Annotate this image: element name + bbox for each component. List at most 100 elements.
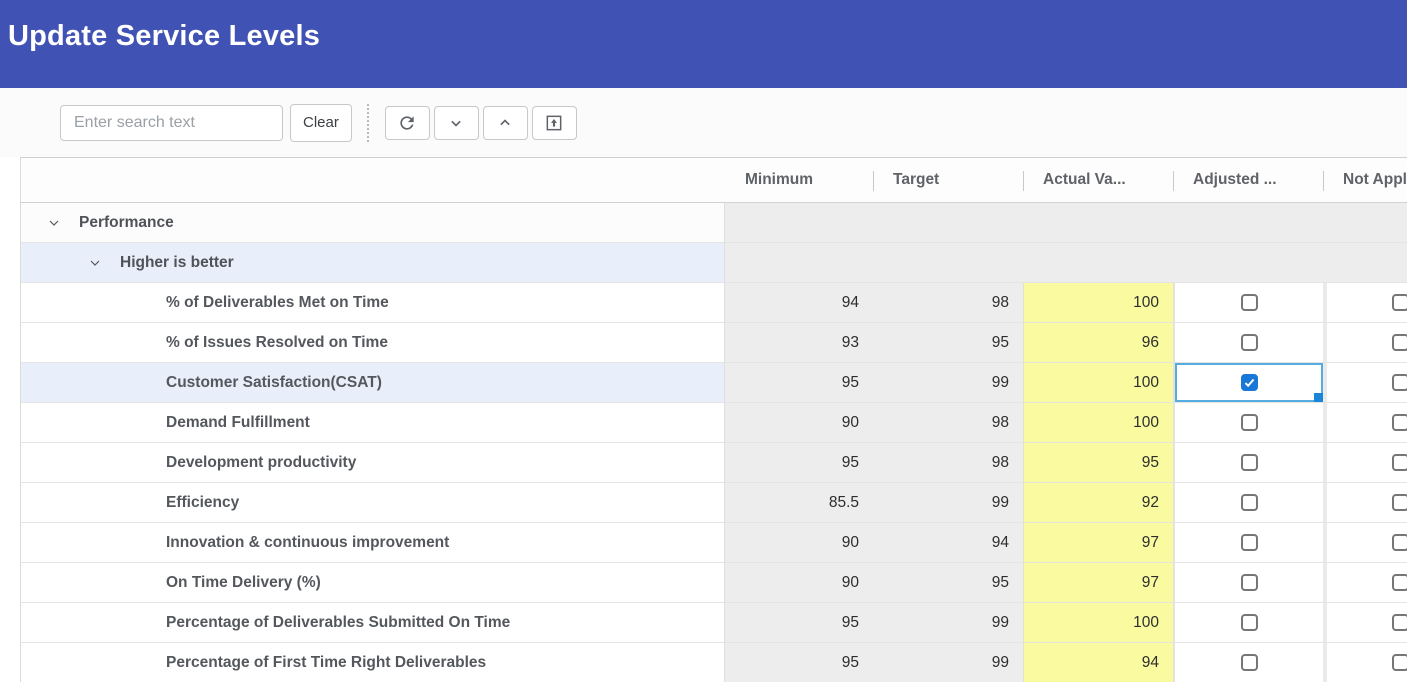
- column-header-actual-value[interactable]: Actual Va...: [1023, 158, 1173, 202]
- adjusted-cell[interactable]: [1173, 443, 1323, 482]
- target-cell[interactable]: 99: [873, 603, 1023, 642]
- not-applicable-checkbox[interactable]: [1392, 574, 1407, 591]
- not-applicable-checkbox[interactable]: [1392, 414, 1407, 431]
- chevron-down-icon[interactable]: [46, 215, 62, 231]
- target-cell[interactable]: 98: [873, 443, 1023, 482]
- adjusted-checkbox[interactable]: [1241, 534, 1258, 551]
- not-applicable-cell[interactable]: [1323, 403, 1407, 442]
- column-header-adjusted[interactable]: Adjusted ...: [1173, 158, 1323, 202]
- minimum-cell[interactable]: 90: [725, 563, 873, 602]
- not-applicable-checkbox[interactable]: [1392, 654, 1407, 671]
- adjusted-cell[interactable]: [1173, 363, 1323, 402]
- not-applicable-checkbox[interactable]: [1392, 494, 1407, 511]
- column-header-target[interactable]: Target: [873, 158, 1023, 202]
- group-label-cell[interactable]: Higher is better: [21, 243, 725, 282]
- not-applicable-cell[interactable]: [1323, 643, 1407, 682]
- adjusted-cell[interactable]: [1173, 283, 1323, 322]
- actual-value-cell[interactable]: 94: [1023, 643, 1173, 682]
- actual-value-cell[interactable]: 100: [1023, 363, 1173, 402]
- not-applicable-checkbox[interactable]: [1392, 294, 1407, 311]
- minimum-cell[interactable]: 94: [725, 283, 873, 322]
- not-applicable-checkbox[interactable]: [1392, 334, 1407, 351]
- minimum-cell[interactable]: 90: [725, 523, 873, 562]
- target-cell[interactable]: 95: [873, 323, 1023, 362]
- chevron-down-icon[interactable]: [87, 255, 103, 271]
- not-applicable-cell[interactable]: [1323, 603, 1407, 642]
- target-cell[interactable]: 95: [873, 563, 1023, 602]
- target-cell[interactable]: 99: [873, 483, 1023, 522]
- clear-button[interactable]: Clear: [290, 104, 352, 142]
- row-label-cell[interactable]: Development productivity: [21, 443, 725, 482]
- export-button[interactable]: [532, 106, 577, 140]
- column-header-not-applicable[interactable]: Not Applicable: [1323, 158, 1407, 202]
- adjusted-cell[interactable]: [1173, 563, 1323, 602]
- adjusted-cell[interactable]: [1173, 323, 1323, 362]
- not-applicable-cell[interactable]: [1323, 483, 1407, 522]
- actual-value-cell[interactable]: 100: [1023, 403, 1173, 442]
- minimum-cell[interactable]: 95: [725, 443, 873, 482]
- column-header-minimum[interactable]: Minimum: [725, 158, 873, 202]
- row-label-cell[interactable]: % of Issues Resolved on Time: [21, 323, 725, 362]
- minimum-cell[interactable]: 95: [725, 643, 873, 682]
- adjusted-cell[interactable]: [1173, 603, 1323, 642]
- not-applicable-checkbox[interactable]: [1392, 614, 1407, 631]
- adjusted-cell[interactable]: [1173, 523, 1323, 562]
- adjusted-checkbox[interactable]: [1241, 494, 1258, 511]
- table-header-row: Minimum Target Actual Va... Adjusted ...…: [21, 158, 1407, 203]
- not-applicable-checkbox[interactable]: [1392, 534, 1407, 551]
- minimum-cell[interactable]: 93: [725, 323, 873, 362]
- row-label: Demand Fulfillment: [21, 414, 310, 432]
- actual-value-cell[interactable]: 92: [1023, 483, 1173, 522]
- adjusted-cell[interactable]: [1173, 643, 1323, 682]
- adjusted-cell[interactable]: [1173, 483, 1323, 522]
- group-label-cell[interactable]: Performance: [21, 203, 725, 242]
- actual-value-cell[interactable]: 95: [1023, 443, 1173, 482]
- adjusted-checkbox[interactable]: [1241, 374, 1258, 391]
- row-label-cell[interactable]: Demand Fulfillment: [21, 403, 725, 442]
- row-label: Customer Satisfaction(CSAT): [21, 374, 382, 392]
- row-label-cell[interactable]: Customer Satisfaction(CSAT): [21, 363, 725, 402]
- target-cell[interactable]: 94: [873, 523, 1023, 562]
- actual-value-cell[interactable]: 97: [1023, 563, 1173, 602]
- adjusted-checkbox[interactable]: [1241, 294, 1258, 311]
- not-applicable-cell[interactable]: [1323, 443, 1407, 482]
- actual-value-cell[interactable]: 100: [1023, 603, 1173, 642]
- actual-value-cell[interactable]: 96: [1023, 323, 1173, 362]
- table-row: Percentage of Deliverables Submitted On …: [21, 603, 1407, 643]
- target-cell[interactable]: 99: [873, 363, 1023, 402]
- minimum-cell[interactable]: 85.5: [725, 483, 873, 522]
- row-label-cell[interactable]: Efficiency: [21, 483, 725, 522]
- refresh-button[interactable]: [385, 106, 430, 140]
- adjusted-checkbox[interactable]: [1241, 454, 1258, 471]
- adjusted-checkbox[interactable]: [1241, 574, 1258, 591]
- adjusted-cell[interactable]: [1173, 403, 1323, 442]
- row-label-cell[interactable]: % of Deliverables Met on Time: [21, 283, 725, 322]
- row-label-cell[interactable]: Percentage of First Time Right Deliverab…: [21, 643, 725, 682]
- row-label-cell[interactable]: Innovation & continuous improvement: [21, 523, 725, 562]
- adjusted-checkbox[interactable]: [1241, 654, 1258, 671]
- not-applicable-cell[interactable]: [1323, 523, 1407, 562]
- not-applicable-cell[interactable]: [1323, 323, 1407, 362]
- minimum-cell[interactable]: 90: [725, 403, 873, 442]
- adjusted-checkbox[interactable]: [1241, 414, 1258, 431]
- target-cell[interactable]: 98: [873, 283, 1023, 322]
- search-input[interactable]: [60, 105, 283, 141]
- collapse-all-button[interactable]: [434, 106, 479, 140]
- target-cell[interactable]: 99: [873, 643, 1023, 682]
- adjusted-checkbox[interactable]: [1241, 334, 1258, 351]
- expand-all-button[interactable]: [483, 106, 528, 140]
- minimum-cell[interactable]: 95: [725, 363, 873, 402]
- target-cell[interactable]: 98: [873, 403, 1023, 442]
- actual-value-cell[interactable]: 100: [1023, 283, 1173, 322]
- not-applicable-cell[interactable]: [1323, 283, 1407, 322]
- not-applicable-checkbox[interactable]: [1392, 454, 1407, 471]
- row-label-cell[interactable]: Percentage of Deliverables Submitted On …: [21, 603, 725, 642]
- adjusted-checkbox[interactable]: [1241, 614, 1258, 631]
- not-applicable-checkbox[interactable]: [1392, 374, 1407, 391]
- minimum-cell[interactable]: 95: [725, 603, 873, 642]
- actual-value-cell[interactable]: 97: [1023, 523, 1173, 562]
- row-label-cell[interactable]: On Time Delivery (%): [21, 563, 725, 602]
- table-row: % of Deliverables Met on Time 94 98 100: [21, 283, 1407, 323]
- not-applicable-cell[interactable]: [1323, 363, 1407, 402]
- not-applicable-cell[interactable]: [1323, 563, 1407, 602]
